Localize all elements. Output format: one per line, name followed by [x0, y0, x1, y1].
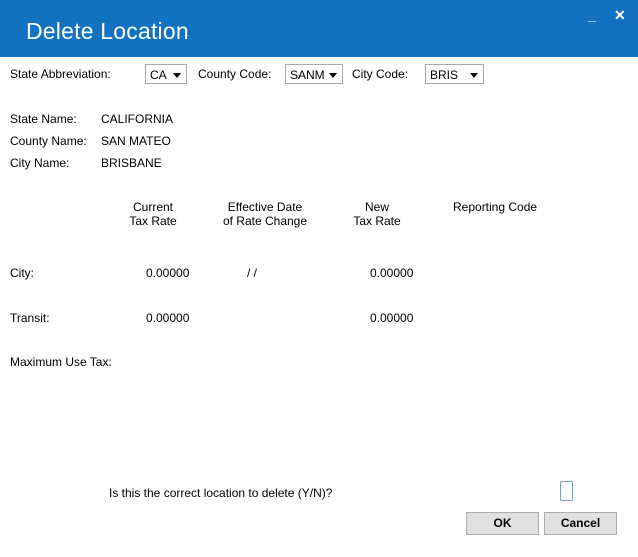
new-header-line2: Tax Rate: [353, 214, 401, 228]
city-current-rate: 0.00000: [146, 266, 190, 280]
city-name-value: BRISBANE: [101, 156, 162, 170]
minimize-icon[interactable]: _: [588, 8, 596, 22]
close-icon[interactable]: ✕: [614, 8, 626, 22]
county-code-label: County Code:: [198, 67, 272, 81]
state-abbreviation-label: State Abbreviation:: [10, 67, 111, 81]
current-tax-rate-header: Current Tax Rate: [113, 200, 193, 228]
county-name-value: SAN MATEO: [101, 134, 171, 148]
reporting-code-header: Reporting Code: [453, 200, 538, 214]
transit-row-label: Transit:: [10, 311, 50, 325]
window-title: Delete Location: [26, 18, 189, 44]
effective-header-line2: of Rate Change: [222, 214, 308, 228]
state-name-label: State Name:: [10, 112, 77, 126]
state-name-value: CALIFORNIA: [101, 112, 174, 126]
city-code-value: BRIS: [430, 68, 459, 82]
maximum-use-tax-label: Maximum Use Tax:: [10, 355, 112, 369]
title-bar: Delete Location _ ✕: [0, 0, 638, 57]
cancel-button[interactable]: Cancel: [544, 512, 617, 535]
ok-button[interactable]: OK: [466, 512, 539, 535]
city-name-label: City Name:: [10, 156, 70, 170]
effective-header-line1: Effective Date: [227, 200, 303, 214]
transit-new-rate: 0.00000: [370, 311, 414, 325]
chevron-down-icon: [470, 73, 478, 78]
effective-date-header: Effective Date of Rate Change: [215, 200, 315, 228]
new-header-line1: New: [364, 200, 389, 214]
state-abbreviation-select[interactable]: CA: [145, 64, 187, 84]
confirm-question: Is this the correct location to delete (…: [109, 486, 333, 500]
chevron-down-icon: [173, 73, 181, 78]
new-tax-rate-header: New Tax Rate: [337, 200, 417, 228]
current-header-line1: Current: [132, 200, 173, 214]
city-new-rate: 0.00000: [370, 266, 414, 280]
city-code-label: City Code:: [352, 67, 409, 81]
confirm-yn-input[interactable]: [560, 481, 573, 501]
transit-current-rate: 0.00000: [146, 311, 190, 325]
city-row-label: City:: [10, 266, 34, 280]
current-header-line2: Tax Rate: [129, 214, 177, 228]
city-code-select[interactable]: BRIS: [425, 64, 484, 84]
county-name-label: County Name:: [10, 134, 87, 148]
county-code-select[interactable]: SANM: [285, 64, 343, 84]
city-effective-date: / /: [247, 266, 258, 280]
county-code-value: SANM: [290, 68, 325, 82]
chevron-down-icon: [329, 73, 337, 78]
state-abbreviation-value: CA: [150, 68, 167, 82]
